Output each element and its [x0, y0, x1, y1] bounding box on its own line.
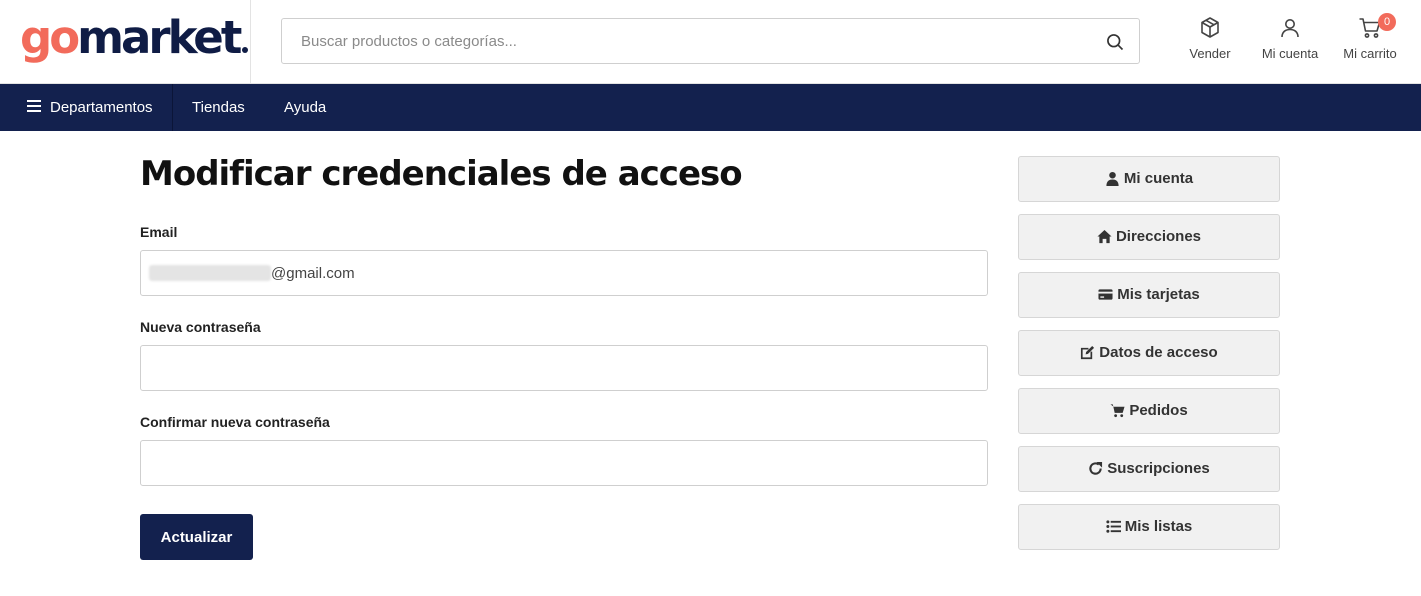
edit-icon — [1081, 345, 1095, 359]
sidebar-item-label: Direcciones — [1115, 228, 1202, 245]
confirm-password-field-wrapper — [140, 440, 988, 486]
top-header: gomarket Vender Mi cuenta 0 Mi carrito — [0, 0, 1421, 84]
cart-button[interactable]: 0 Mi carrito — [1340, 13, 1400, 61]
logo-go-text: go — [20, 11, 80, 64]
account-button[interactable]: Mi cuenta — [1259, 16, 1321, 61]
sidebar-item-my-account[interactable]: Mi cuenta — [1018, 156, 1280, 202]
sidebar-item-cards[interactable]: Mis tarjetas — [1018, 272, 1280, 318]
nav-link-stores[interactable]: Tiendas — [192, 84, 245, 131]
search-input[interactable] — [282, 19, 1082, 63]
new-password-field[interactable] — [141, 346, 987, 390]
new-password-label: Nueva contraseña — [140, 319, 261, 335]
email-field-wrapper — [140, 250, 988, 296]
departments-menu-button[interactable]: Departamentos — [0, 84, 173, 131]
cart-count-badge: 0 — [1378, 13, 1396, 31]
update-button[interactable]: Actualizar — [140, 514, 253, 560]
redacted-email-prefix — [149, 265, 271, 281]
confirm-password-label: Confirmar nueva contraseña — [140, 414, 330, 430]
sidebar-item-my-lists[interactable]: Mis listas — [1018, 504, 1280, 550]
page-title: Modificar credenciales de acceso — [140, 154, 743, 194]
home-icon — [1097, 229, 1112, 243]
cart-icon — [1110, 403, 1125, 417]
sidebar-item-label: Datos de acceso — [1099, 344, 1218, 361]
sidebar-item-orders[interactable]: Pedidos — [1018, 388, 1280, 434]
sidebar-item-label: Mi cuenta — [1123, 170, 1194, 187]
credit-card-icon — [1098, 288, 1113, 300]
search-bar — [281, 18, 1140, 64]
account-label: Mi cuenta — [1261, 46, 1319, 61]
hamburger-icon — [27, 100, 41, 113]
gomarket-logo[interactable]: gomarket — [20, 11, 249, 64]
logo-container: gomarket — [0, 0, 251, 84]
user-icon — [1106, 171, 1119, 186]
main-nav: Departamentos Tiendas Ayuda — [0, 84, 1421, 131]
confirm-password-field[interactable] — [141, 441, 987, 485]
search-icon[interactable] — [1105, 32, 1125, 52]
box-icon — [1201, 17, 1219, 38]
departments-label: Departamentos — [50, 99, 153, 116]
sidebar-item-addresses[interactable]: Direcciones — [1018, 214, 1280, 260]
sell-label: Vender — [1189, 46, 1231, 61]
logo-market-text: market — [77, 11, 242, 64]
refresh-icon — [1089, 461, 1103, 475]
sidebar-item-label: Mis listas — [1124, 518, 1193, 535]
cart-label: Mi carrito — [1343, 46, 1397, 61]
sidebar-item-label: Mis tarjetas — [1117, 286, 1200, 303]
list-icon — [1106, 519, 1121, 533]
sidebar-item-label: Pedidos — [1129, 402, 1188, 419]
email-label: Email — [140, 224, 178, 240]
sidebar-item-subscriptions[interactable]: Suscripciones — [1018, 446, 1280, 492]
logo-dot — [242, 47, 249, 53]
sidebar-item-access-data[interactable]: Datos de acceso — [1018, 330, 1280, 376]
sell-button[interactable]: Vender — [1184, 16, 1236, 61]
nav-link-help[interactable]: Ayuda — [284, 84, 326, 131]
new-password-field-wrapper — [140, 345, 988, 391]
sidebar-item-label: Suscripciones — [1107, 460, 1210, 477]
user-icon — [1281, 19, 1299, 38]
